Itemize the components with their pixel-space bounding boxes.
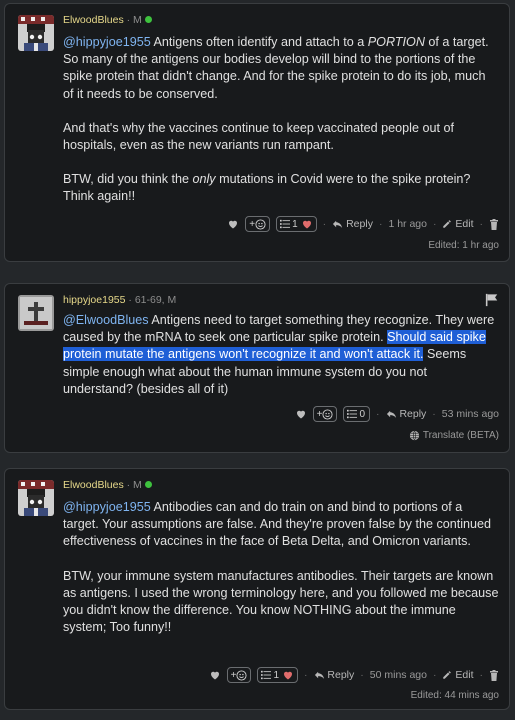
add-reaction-button[interactable]: + bbox=[245, 216, 271, 232]
edit-label: Edit bbox=[455, 669, 474, 681]
translate-button[interactable]: Translate (BETA) bbox=[409, 430, 499, 441]
separator: · bbox=[479, 218, 484, 230]
avatar[interactable] bbox=[18, 15, 54, 51]
reactions-list-button[interactable]: 1 bbox=[276, 216, 317, 232]
reply-button[interactable]: Reply bbox=[332, 218, 373, 230]
reply-label: Reply bbox=[346, 218, 373, 230]
globe-icon bbox=[409, 430, 420, 441]
comment-card: hippyjoe1955 · 61-69, M @ElwoodBlues Ant… bbox=[4, 283, 510, 453]
reply-button[interactable]: Reply bbox=[386, 408, 427, 420]
heart-icon[interactable] bbox=[227, 218, 239, 230]
online-status-dot bbox=[144, 481, 152, 488]
edited-label: Edited: 1 hr ago bbox=[428, 240, 499, 251]
smiley-icon bbox=[255, 218, 266, 230]
username-link[interactable]: ElwoodBlues bbox=[63, 14, 124, 26]
reaction-count: 0 bbox=[359, 408, 366, 420]
heart-reaction-icon bbox=[302, 220, 311, 229]
reply-icon bbox=[386, 410, 396, 418]
edited-label: Edited: 44 mins ago bbox=[410, 690, 499, 701]
heart-icon[interactable] bbox=[295, 408, 307, 420]
edit-label: Edit bbox=[455, 218, 474, 230]
comment-header: ElwoodBlues · M bbox=[63, 14, 152, 26]
separator: · bbox=[322, 218, 327, 230]
reaction-count: 1 bbox=[273, 669, 279, 681]
heart-reaction-icon bbox=[284, 671, 292, 680]
separator: · bbox=[376, 408, 380, 420]
add-reaction-button[interactable]: + bbox=[312, 406, 338, 422]
heart-icon[interactable] bbox=[209, 669, 221, 681]
comment-body: @hippyjoe1955 Antibodies can and do trai… bbox=[63, 499, 499, 653]
reaction-count: 1 bbox=[292, 218, 298, 230]
separator: · bbox=[304, 669, 308, 681]
reply-label: Reply bbox=[327, 669, 355, 681]
timestamp[interactable]: 50 mins ago bbox=[370, 669, 427, 681]
separator: · bbox=[360, 669, 364, 681]
edit-button[interactable]: Edit bbox=[442, 669, 474, 681]
reply-icon bbox=[333, 220, 343, 228]
flag-icon[interactable] bbox=[485, 293, 499, 307]
reply-label: Reply bbox=[399, 408, 427, 420]
trash-icon[interactable] bbox=[489, 669, 499, 681]
list-icon bbox=[280, 219, 291, 229]
list-icon bbox=[347, 409, 358, 419]
username-link[interactable]: ElwoodBlues bbox=[63, 479, 124, 491]
comment-header: hippyjoe1955 · 61-69, M bbox=[63, 294, 176, 306]
avatar[interactable] bbox=[18, 295, 54, 331]
pencil-icon bbox=[443, 671, 452, 679]
separator: · bbox=[432, 408, 436, 420]
pencil-icon bbox=[443, 220, 452, 228]
comment-text: BTW, did you think the bbox=[63, 172, 193, 187]
reactions-list-button[interactable]: 0 bbox=[343, 406, 371, 422]
username-link[interactable]: hippyjoe1955 bbox=[63, 294, 125, 306]
smiley-icon bbox=[322, 408, 333, 420]
separator: · bbox=[479, 669, 484, 681]
comment-paragraph: BTW, your immune system manufactures ant… bbox=[63, 568, 499, 635]
edited-note: Edited: 44 mins ago bbox=[411, 690, 499, 701]
add-reaction-button[interactable]: + bbox=[226, 667, 252, 683]
timestamp[interactable]: 1 hr ago bbox=[388, 218, 427, 230]
edited-note: Edited: 1 hr ago bbox=[428, 240, 499, 251]
avatar[interactable] bbox=[18, 480, 54, 516]
trash-icon[interactable] bbox=[489, 218, 499, 230]
timestamp[interactable]: 53 mins ago bbox=[442, 408, 499, 420]
separator: · bbox=[432, 218, 437, 230]
comment-body: @hippyjoe1955 Antigens often identify an… bbox=[63, 34, 499, 223]
comment-card: ElwoodBlues · M @hippyjoe1955 Antibodies… bbox=[4, 468, 510, 710]
emphasis-text: PORTION bbox=[367, 35, 425, 49]
online-status-dot bbox=[144, 16, 152, 23]
comment-actions: + 1 · Reply · 1 hr ago · Edit · bbox=[221, 214, 499, 234]
separator: · bbox=[378, 218, 383, 230]
comment-actions: + 1 · Reply · 50 mins ago · Edit · bbox=[203, 665, 499, 685]
user-meta: · M bbox=[126, 479, 142, 491]
reply-button[interactable]: Reply bbox=[314, 669, 355, 681]
mention-link[interactable]: @hippyjoe1955 bbox=[63, 35, 151, 49]
smiley-icon bbox=[236, 669, 247, 681]
comment-header: ElwoodBlues · M bbox=[63, 479, 152, 491]
comment-card: ElwoodBlues · M @hippyjoe1955 Antigens o… bbox=[4, 3, 510, 262]
list-icon bbox=[261, 670, 272, 680]
user-meta: · M bbox=[126, 14, 142, 26]
reply-icon bbox=[314, 671, 324, 679]
mention-link[interactable]: @hippyjoe1955 bbox=[63, 500, 151, 514]
edit-button[interactable]: Edit bbox=[442, 218, 474, 230]
comment-body: @ElwoodBlues Antigens need to target som… bbox=[63, 312, 499, 415]
mention-link[interactable]: @ElwoodBlues bbox=[63, 313, 149, 327]
emphasis-text: only bbox=[192, 172, 216, 187]
user-meta: · 61-69, M bbox=[128, 294, 177, 306]
reactions-list-button[interactable]: 1 bbox=[257, 667, 298, 683]
separator: · bbox=[432, 669, 437, 681]
comment-text: Antigens often identify and attach to a bbox=[150, 35, 368, 49]
comment-paragraph: And that's why the vaccines continue to … bbox=[63, 120, 454, 153]
translate-label: Translate (BETA) bbox=[422, 430, 499, 441]
comment-actions: + 0 · Reply · 53 mins ago bbox=[289, 404, 499, 424]
